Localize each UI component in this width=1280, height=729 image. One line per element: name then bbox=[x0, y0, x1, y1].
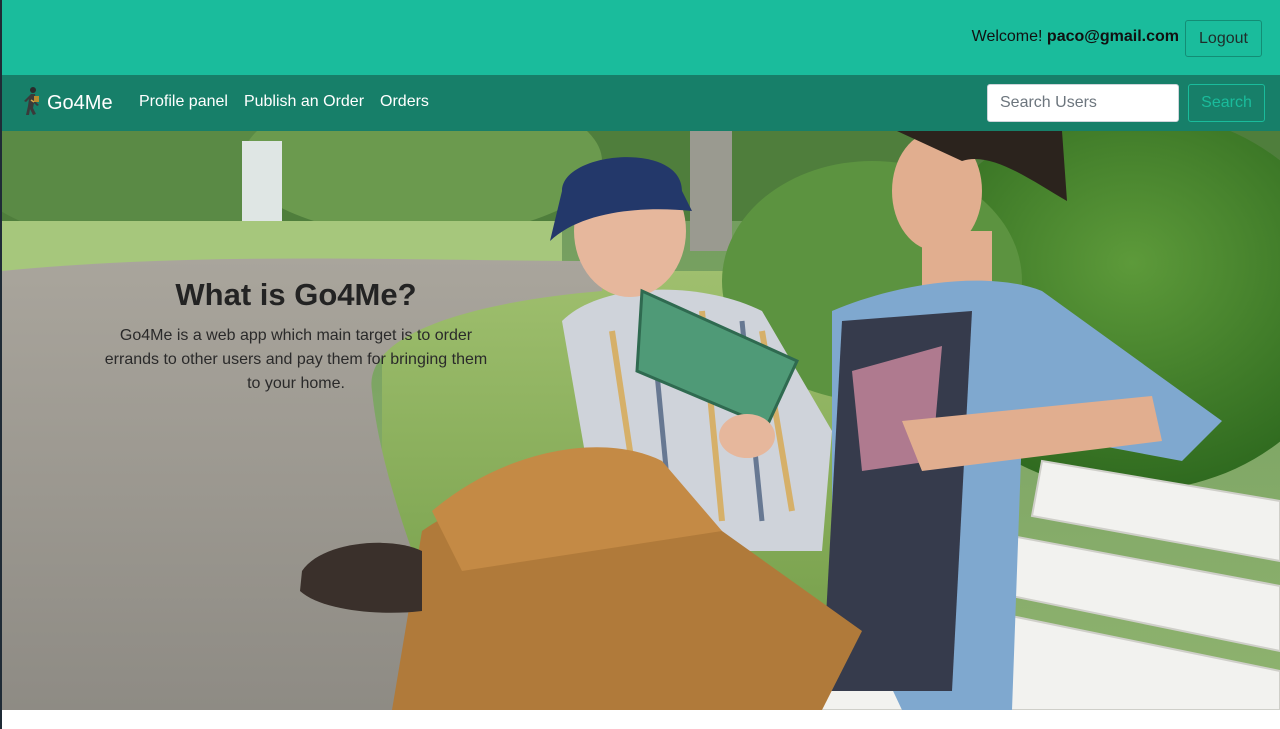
welcome-prefix: Welcome! bbox=[971, 28, 1043, 45]
brand-name: Go4Me bbox=[47, 91, 113, 114]
nav-profile-panel[interactable]: Profile panel bbox=[139, 93, 228, 111]
brand-link[interactable]: Go4Me bbox=[22, 86, 113, 121]
search-button[interactable]: Search bbox=[1188, 84, 1265, 122]
walking-figure-icon bbox=[22, 86, 42, 121]
nav-publish-order[interactable]: Publish an Order bbox=[244, 93, 364, 111]
hero-background-photo bbox=[2, 131, 1280, 710]
hero-title: What is Go4Me? bbox=[175, 277, 417, 312]
nav-links: Profile panel Publish an Order Orders bbox=[139, 93, 445, 111]
hero-banner: What is Go4Me? Go4Me is a web app which … bbox=[2, 131, 1280, 710]
welcome-message: Welcome! paco@gmail.com bbox=[972, 28, 1179, 46]
search-users-input[interactable] bbox=[987, 84, 1179, 122]
hero-text-block: What is Go4Me? Go4Me is a web app which … bbox=[96, 276, 496, 396]
hero-description: Go4Me is a web app which main target is … bbox=[104, 327, 488, 392]
main-navbar: Go4Me Profile panel Publish an Order Ord… bbox=[2, 75, 1280, 131]
user-email: paco@gmail.com bbox=[1046, 28, 1179, 45]
nav-orders[interactable]: Orders bbox=[380, 93, 429, 111]
logout-button[interactable]: Logout bbox=[1185, 20, 1262, 57]
top-bar: Welcome! paco@gmail.com Logout bbox=[2, 0, 1280, 75]
